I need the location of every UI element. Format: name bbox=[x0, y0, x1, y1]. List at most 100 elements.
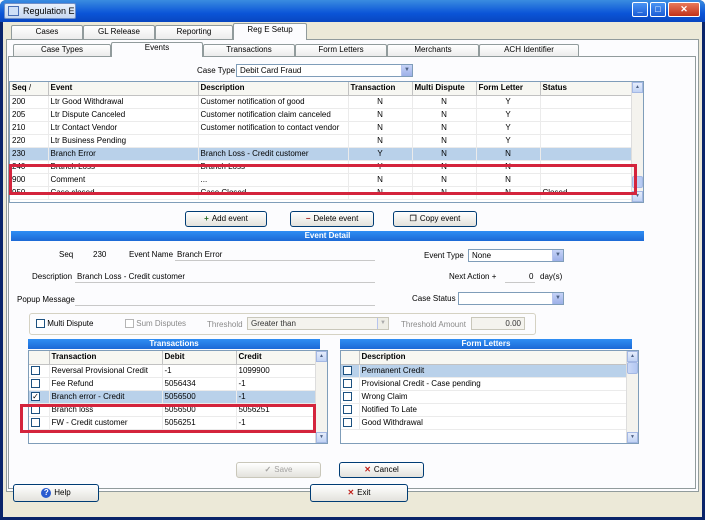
tab-reporting[interactable]: Reporting bbox=[155, 25, 233, 39]
cancel-button[interactable]: ✕ Cancel bbox=[339, 462, 424, 478]
event-type-select[interactable]: None ▼ bbox=[468, 249, 564, 262]
transaction-checkbox[interactable]: ✓ bbox=[29, 390, 50, 404]
transaction-row[interactable]: ✓ Branch error - Credit 5056500 -1 bbox=[29, 390, 317, 404]
close-button[interactable]: ✕ bbox=[668, 2, 700, 17]
maximize-button[interactable]: □ bbox=[650, 2, 666, 17]
col-status[interactable]: Status bbox=[540, 82, 633, 96]
col-description[interactable]: Description bbox=[198, 82, 349, 96]
event-row[interactable]: 900 Comment... N N N bbox=[10, 173, 633, 187]
scroll-thumb[interactable] bbox=[627, 362, 638, 374]
col-multi-dispute[interactable]: Multi Dispute bbox=[412, 82, 477, 96]
tab-cases[interactable]: Cases bbox=[11, 25, 83, 39]
form-letter-row[interactable]: Good Withdrawal bbox=[341, 416, 628, 430]
help-button[interactable]: ? Help bbox=[13, 484, 99, 502]
checkbox-icon[interactable] bbox=[343, 391, 352, 401]
event-row[interactable]: 220 Ltr Business Pending N N Y bbox=[10, 134, 633, 148]
form-letters-scrollbar[interactable]: ▲ ▼ bbox=[626, 351, 638, 443]
tab-merchants[interactable]: Merchants bbox=[387, 44, 479, 56]
events-grid[interactable]: Seq / Event Description Transaction Mult… bbox=[9, 81, 644, 203]
tab-ach-identifier[interactable]: ACH Identifier bbox=[479, 44, 579, 56]
col-form-letter[interactable]: Form Letter bbox=[476, 82, 541, 96]
event-row[interactable]: 205 Ltr Dispute Canceled Customer notifica… bbox=[10, 108, 633, 122]
threshold-amount-input[interactable]: 0.00 bbox=[471, 317, 525, 330]
form-letter-checkbox[interactable] bbox=[341, 390, 360, 404]
case-type-select[interactable]: Debit Card Fraud ▼ bbox=[236, 64, 413, 77]
tab-gl-release[interactable]: GL Release bbox=[83, 25, 155, 39]
scroll-up-icon[interactable]: ▲ bbox=[627, 351, 638, 362]
event-row[interactable]: 230 Branch Error Branch Loss - Credit cust… bbox=[10, 147, 633, 161]
chevron-down-icon[interactable]: ▼ bbox=[401, 65, 412, 76]
chevron-down-icon[interactable]: ▼ bbox=[552, 250, 563, 261]
form-letter-row[interactable]: Notified To Late bbox=[341, 403, 628, 417]
threshold-select[interactable]: Greater than ▼ bbox=[247, 317, 389, 330]
col-credit[interactable]: Credit bbox=[236, 351, 317, 365]
transaction-checkbox[interactable] bbox=[29, 364, 50, 378]
checkbox-icon[interactable] bbox=[343, 378, 352, 388]
transaction-row[interactable]: Reversal Provisional Credit -1 1099900 bbox=[29, 364, 317, 378]
checkbox-icon[interactable] bbox=[31, 378, 40, 388]
transaction-row[interactable]: FW - Credit customer 5056251 -1 bbox=[29, 416, 317, 430]
tab-transactions[interactable]: Transactions bbox=[203, 44, 295, 56]
scroll-down-icon[interactable]: ▼ bbox=[632, 191, 643, 202]
tab-reg-e-setup[interactable]: Reg E Setup bbox=[233, 23, 307, 40]
col-event[interactable]: Event bbox=[48, 82, 199, 96]
checkbox-icon[interactable] bbox=[343, 404, 352, 414]
app-tab-regulation-e[interactable]: Regulation E bbox=[4, 3, 76, 19]
transaction-checkbox[interactable] bbox=[29, 403, 50, 417]
delete-event-button[interactable]: − Delete event bbox=[290, 211, 374, 227]
tab-case-types[interactable]: Case Types bbox=[13, 44, 111, 56]
form-letter-checkbox[interactable] bbox=[341, 364, 360, 378]
transactions-scrollbar[interactable]: ▲ ▼ bbox=[315, 351, 327, 443]
form-letter-checkbox[interactable] bbox=[341, 403, 360, 417]
checkbox-icon[interactable] bbox=[31, 404, 40, 414]
add-event-button[interactable]: + Add event bbox=[185, 211, 267, 227]
scroll-up-icon[interactable]: ▲ bbox=[316, 351, 327, 362]
form-letter-row[interactable]: Wrong Claim bbox=[341, 390, 628, 404]
popup-message-field[interactable] bbox=[75, 305, 375, 306]
transaction-row[interactable]: Fee Refund 5056434 -1 bbox=[29, 377, 317, 391]
checkbox-icon[interactable]: ✓ bbox=[31, 391, 40, 401]
col-transaction[interactable]: Transaction bbox=[348, 82, 413, 96]
form-letter-row[interactable]: Provisional Credit - Case pending bbox=[341, 377, 628, 391]
event-row[interactable]: 200 Ltr Good Withdrawal Customer notificat… bbox=[10, 95, 633, 109]
next-action-value[interactable]: 0 bbox=[529, 272, 533, 281]
chevron-down-icon[interactable]: ▼ bbox=[377, 318, 388, 329]
event-name-value[interactable]: Branch Error bbox=[177, 250, 222, 259]
col-seq[interactable]: Seq / bbox=[10, 82, 49, 96]
checkbox-icon[interactable] bbox=[343, 365, 352, 375]
seq-value[interactable]: 230 bbox=[93, 250, 106, 259]
sum-disputes-checkbox[interactable]: Sum Disputes bbox=[125, 319, 186, 329]
event-row[interactable]: 210 Ltr Contact Vendor Customer notificati… bbox=[10, 121, 633, 135]
form-letter-checkbox[interactable] bbox=[341, 416, 360, 430]
minimize-button[interactable]: _ bbox=[632, 2, 648, 17]
col-transaction-name[interactable]: Transaction bbox=[49, 351, 163, 365]
checkbox-icon[interactable] bbox=[343, 417, 352, 427]
form-letters-grid[interactable]: Description Permanent Credit Provisional … bbox=[340, 350, 639, 444]
tab-events[interactable]: Events bbox=[111, 42, 203, 57]
exit-button[interactable]: ✕ Exit bbox=[310, 484, 408, 502]
transactions-grid[interactable]: Transaction Debit Credit Reversal Provis… bbox=[28, 350, 328, 444]
transaction-checkbox[interactable] bbox=[29, 377, 50, 391]
tab-form-letters[interactable]: Form Letters bbox=[295, 44, 387, 56]
case-status-select[interactable]: ▼ bbox=[458, 292, 564, 305]
event-row[interactable]: 240 Branch Loss Branch Loss Y N N bbox=[10, 160, 633, 174]
col-letter-description[interactable]: Description bbox=[359, 351, 628, 365]
transaction-row[interactable]: Branch loss 5056500 5056251 bbox=[29, 403, 317, 417]
form-letter-checkbox[interactable] bbox=[341, 377, 360, 391]
multi-dispute-check[interactable] bbox=[36, 319, 45, 329]
transaction-checkbox[interactable] bbox=[29, 416, 50, 430]
sum-disputes-check[interactable] bbox=[125, 319, 134, 329]
description-value[interactable]: Branch Loss - Credit customer bbox=[77, 272, 185, 281]
save-button[interactable]: ✓ Save bbox=[236, 462, 321, 478]
col-debit[interactable]: Debit bbox=[162, 351, 237, 365]
chevron-down-icon[interactable]: ▼ bbox=[552, 293, 563, 304]
scroll-thumb[interactable] bbox=[632, 176, 643, 188]
form-letter-row[interactable]: Permanent Credit bbox=[341, 364, 628, 378]
scroll-up-icon[interactable]: ▲ bbox=[632, 82, 643, 93]
scroll-down-icon[interactable]: ▼ bbox=[316, 432, 327, 443]
multi-dispute-checkbox[interactable]: Multi Dispute bbox=[36, 319, 93, 329]
copy-event-button[interactable]: ❐ Copy event bbox=[393, 211, 477, 227]
scroll-down-icon[interactable]: ▼ bbox=[627, 432, 638, 443]
checkbox-icon[interactable] bbox=[31, 365, 40, 375]
events-scrollbar[interactable]: ▲ ▼ bbox=[631, 82, 643, 202]
